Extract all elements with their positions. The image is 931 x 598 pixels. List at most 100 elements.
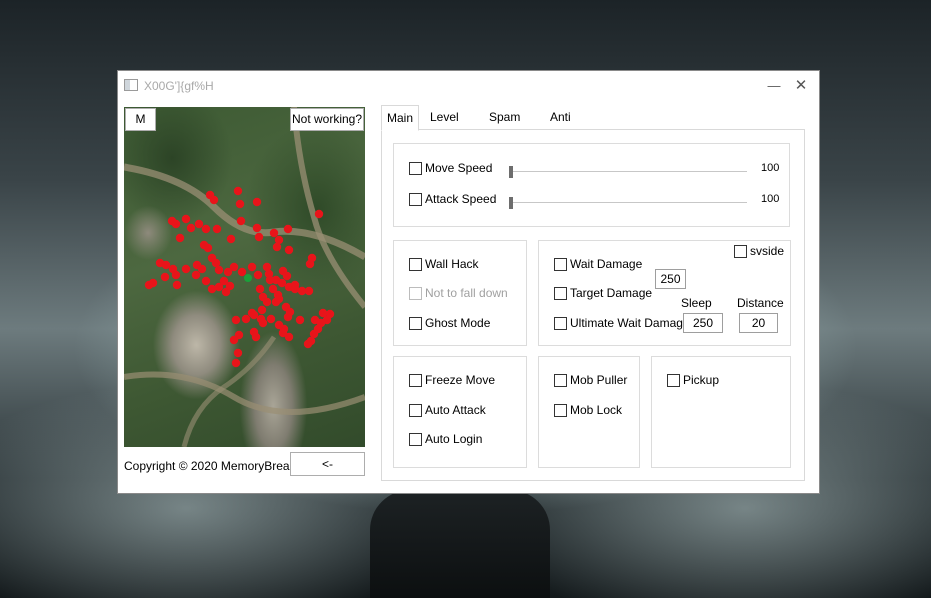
auto-attack-label: Auto Attack xyxy=(425,403,486,417)
mob-marker xyxy=(266,314,276,324)
mob-marker xyxy=(172,280,182,290)
checkbox-box xyxy=(409,257,422,271)
freeze-move-checkbox[interactable]: Freeze Move xyxy=(409,373,495,387)
mob-marker xyxy=(237,267,247,277)
not-fall-checkbox: Not to fall down xyxy=(409,286,508,300)
main-tab-panel: Move Speed 100 Attack Speed 100 Wall Hac… xyxy=(381,129,805,481)
mob-marker xyxy=(229,262,239,272)
title-bar: X00G']{gf%H — ✕ xyxy=(118,71,819,101)
m-button[interactable]: M xyxy=(125,108,156,131)
mob-marker xyxy=(251,332,261,342)
app-window: X00G']{gf%H — ✕ M Not working? Copyright… xyxy=(117,70,820,494)
target-damage-checkbox[interactable]: Target Damage xyxy=(554,286,652,300)
damage-group: Wait Damage 250 Target Damage Ultimate W… xyxy=(538,240,791,346)
tab-anti-ban[interactable]: Anti Ban xyxy=(545,107,576,144)
mob-marker xyxy=(235,199,245,209)
sleep-input[interactable]: 250 xyxy=(683,313,723,333)
mob-marker xyxy=(305,259,315,269)
checkbox-box xyxy=(409,316,422,330)
wait-damage-input[interactable]: 250 xyxy=(655,269,686,289)
distance-input[interactable]: 20 xyxy=(739,313,778,333)
pickup-checkbox[interactable]: Pickup xyxy=(667,373,719,387)
tab-main[interactable]: Main xyxy=(381,105,420,131)
checkbox-box xyxy=(409,161,422,175)
ultimate-wait-checkbox[interactable]: Ultimate Wait Damage xyxy=(554,316,690,330)
slider-track xyxy=(509,171,747,172)
target-damage-label: Target Damage xyxy=(570,286,653,300)
move-speed-value: 100 xyxy=(761,162,780,174)
svside-label: svside xyxy=(750,244,785,258)
hacks-group: Wall Hack Not to fall down Ghost Mode xyxy=(393,240,527,346)
mob-marker xyxy=(283,224,293,234)
mob-puller-checkbox[interactable]: Mob Puller xyxy=(554,373,627,387)
ultimate-wait-label: Ultimate Wait Damage xyxy=(570,316,690,330)
background-figure xyxy=(370,490,550,598)
ghost-mode-checkbox[interactable]: Ghost Mode xyxy=(409,316,490,330)
mob-marker xyxy=(233,348,243,358)
checkbox-box xyxy=(409,373,422,387)
attack-speed-checkbox[interactable]: Attack Speed xyxy=(409,192,496,206)
mob-marker xyxy=(212,224,222,234)
minimap[interactable]: M Not working? xyxy=(124,107,365,447)
window-title: X00G']{gf%H xyxy=(144,79,214,93)
tab-level-bot[interactable]: Level Bot xyxy=(425,107,464,144)
auto-attack-checkbox[interactable]: Auto Attack xyxy=(409,403,486,417)
mob-markers xyxy=(144,186,335,368)
move-speed-slider[interactable] xyxy=(509,166,747,178)
not-fall-label: Not to fall down xyxy=(425,286,508,300)
mob-marker xyxy=(175,233,185,243)
auto-login-label: Auto Login xyxy=(425,432,483,446)
mob-marker xyxy=(304,286,314,296)
move-speed-label: Move Speed xyxy=(425,161,493,175)
mob-marker xyxy=(269,228,279,238)
checkbox-box xyxy=(554,286,567,300)
attack-speed-label: Attack Speed xyxy=(425,192,497,206)
tab-spam-bot[interactable]: Spam Bot xyxy=(484,107,525,144)
mob-marker xyxy=(231,315,241,325)
mob-marker xyxy=(201,276,211,286)
auto-login-checkbox[interactable]: Auto Login xyxy=(409,432,482,446)
wait-damage-label: Wait Damage xyxy=(570,257,643,271)
mob-marker xyxy=(247,262,257,272)
checkbox-box xyxy=(409,403,422,417)
mob-marker xyxy=(272,242,282,252)
not-working-button[interactable]: Not working? xyxy=(290,108,364,131)
minimize-button[interactable]: — xyxy=(763,76,785,96)
mob-marker xyxy=(282,271,292,281)
mob-marker xyxy=(181,214,191,224)
wall-hack-checkbox[interactable]: Wall Hack xyxy=(409,257,479,271)
mob-marker xyxy=(181,264,191,274)
slider-thumb[interactable] xyxy=(509,166,513,178)
checkbox-box xyxy=(554,373,567,387)
mob-marker xyxy=(226,234,236,244)
checkbox-box xyxy=(554,316,567,330)
freeze-move-label: Freeze Move xyxy=(425,373,496,387)
mob-lock-checkbox[interactable]: Mob Lock xyxy=(554,403,622,417)
sleep-label: Sleep xyxy=(681,296,712,310)
mob-marker xyxy=(258,318,268,328)
mob-marker xyxy=(171,219,181,229)
mob-marker xyxy=(318,308,328,318)
wait-damage-checkbox[interactable]: Wait Damage xyxy=(554,257,642,271)
distance-label: Distance xyxy=(737,296,784,310)
move-speed-checkbox[interactable]: Move Speed xyxy=(409,161,492,175)
pickup-group: Pickup xyxy=(651,356,791,468)
attack-speed-slider[interactable] xyxy=(509,197,747,209)
left-panel: M Not working? Copyright © 2020 MemoryBr… xyxy=(124,107,366,481)
checkbox-box xyxy=(734,244,747,258)
mob-lock-label: Mob Lock xyxy=(570,403,623,417)
close-button[interactable]: ✕ xyxy=(790,76,812,96)
mob-marker xyxy=(255,284,265,294)
mob-marker xyxy=(191,270,201,280)
svside-checkbox[interactable]: svside xyxy=(734,244,784,258)
app-icon xyxy=(124,79,138,91)
mob-marker xyxy=(197,264,207,274)
mob-marker xyxy=(241,314,251,324)
mob-marker xyxy=(236,216,246,226)
mob-marker xyxy=(274,320,284,330)
movement-group: Freeze Move Auto Attack Auto Login xyxy=(393,356,527,468)
attack-speed-value: 100 xyxy=(761,193,780,205)
slider-thumb[interactable] xyxy=(509,197,513,209)
mob-marker xyxy=(278,328,288,338)
back-button[interactable]: <- xyxy=(290,452,365,476)
